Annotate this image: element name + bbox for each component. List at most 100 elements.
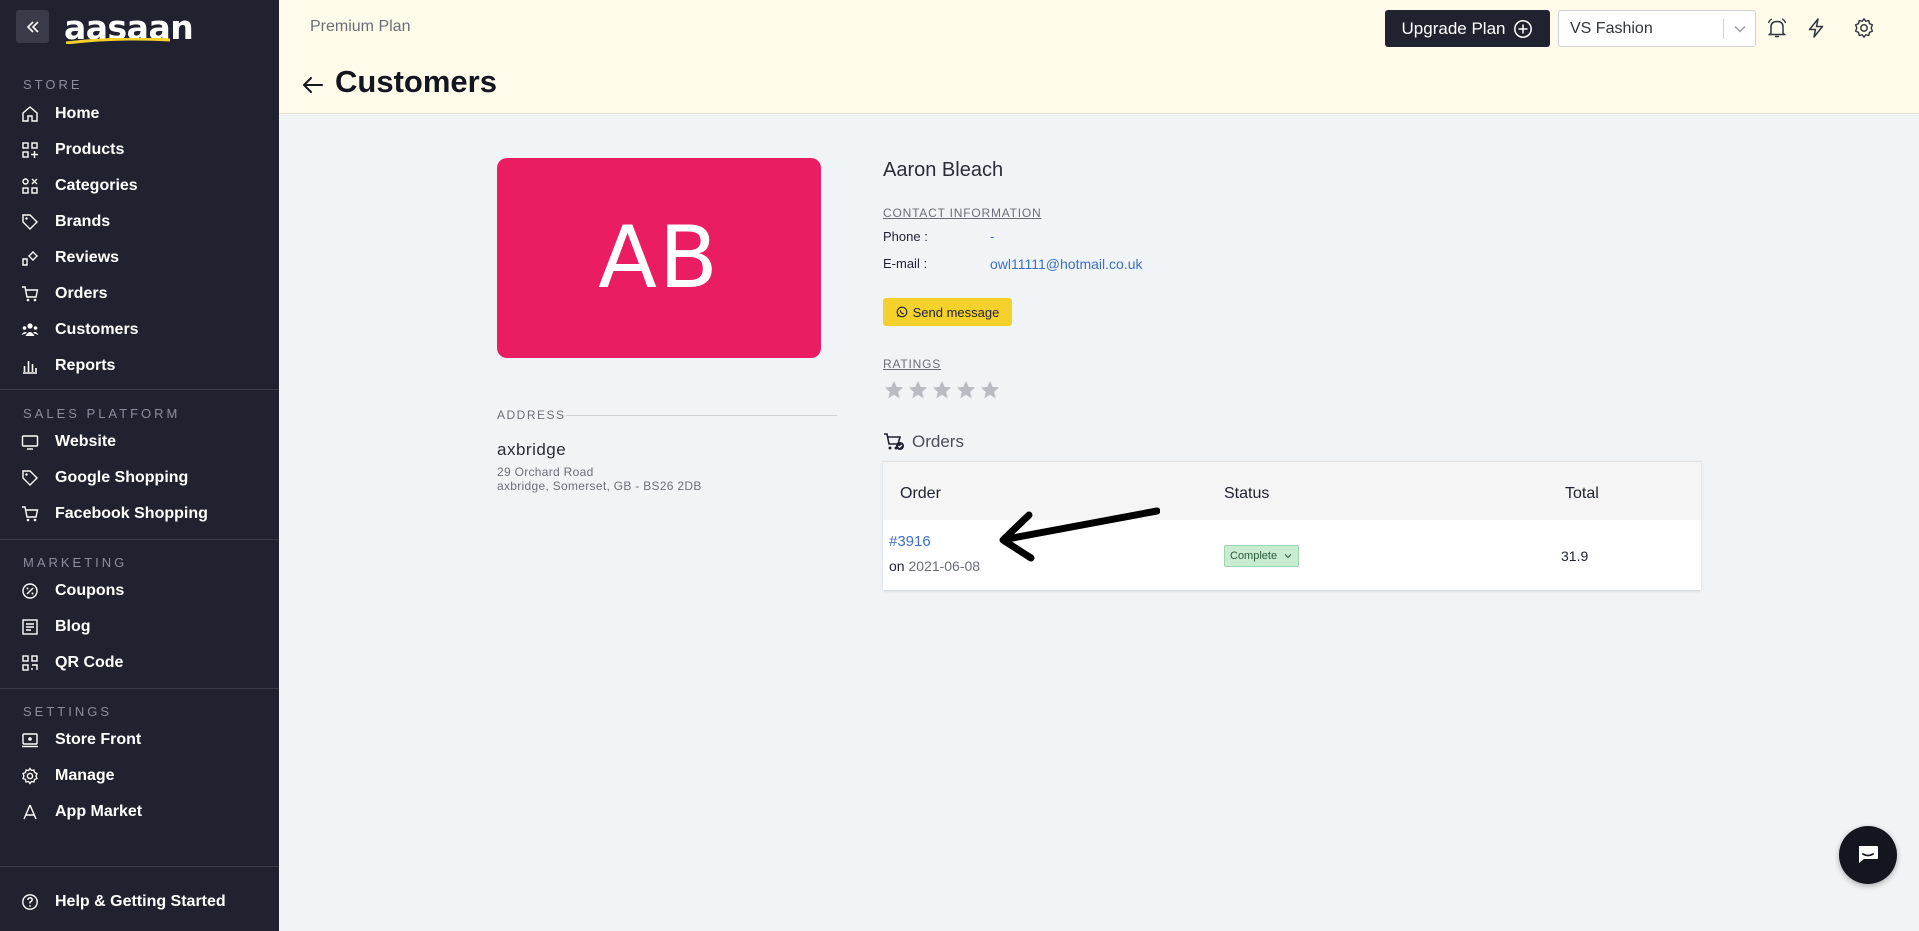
reviews-icon xyxy=(20,248,40,268)
sidebar-item-manage[interactable]: Manage xyxy=(0,760,279,792)
sidebar-divider xyxy=(0,389,279,390)
quick-actions-button[interactable] xyxy=(1804,16,1828,40)
users-icon xyxy=(20,320,40,340)
order-date-value: 2021-06-08 xyxy=(908,558,981,574)
logo-swoosh xyxy=(66,38,170,44)
star-icon[interactable] xyxy=(979,379,1001,401)
sidebar-item-label: Manage xyxy=(55,767,115,784)
star-icon[interactable] xyxy=(907,379,929,401)
address-city: axbridge xyxy=(497,440,567,459)
email-label: E-mail : xyxy=(883,256,928,271)
select-separator xyxy=(1723,19,1724,39)
sidebar-item-label: Website xyxy=(55,433,117,450)
home-icon xyxy=(20,104,40,124)
notification-bell-button[interactable] xyxy=(1765,16,1789,40)
sidebar-item-help[interactable]: Help & Getting Started xyxy=(0,886,279,918)
sidebar-item-label: Facebook Shopping xyxy=(55,505,208,522)
sidebar-item-reviews[interactable]: Reviews xyxy=(0,242,279,274)
sidebar-divider xyxy=(0,866,279,867)
sidebar-item-home[interactable]: Home xyxy=(0,98,279,130)
sidebar-item-label: Products xyxy=(55,141,125,158)
email-value-link[interactable]: owl11111@hotmail.co.uk xyxy=(990,256,1142,272)
sidebar-item-label: Reports xyxy=(55,357,116,374)
order-date: on 2021-06-08 xyxy=(889,558,980,574)
sidebar-item-app-market[interactable]: App Market xyxy=(0,796,279,828)
address-label: ADDRESS xyxy=(497,408,566,422)
sidebar-item-categories[interactable]: Categories xyxy=(0,170,279,202)
order-total: 31.9 xyxy=(1561,548,1589,564)
star-icon[interactable] xyxy=(931,379,953,401)
sidebar-item-label: Brands xyxy=(55,213,111,230)
star-icon[interactable] xyxy=(955,379,977,401)
order-date-prefix: on xyxy=(889,558,905,574)
chat-support-button[interactable] xyxy=(1839,826,1897,884)
address-divider xyxy=(566,415,837,416)
sidebar-item-label: Google Shopping xyxy=(55,469,189,486)
orders-heading: Orders xyxy=(883,432,964,452)
sidebar-item-brands[interactable]: Brands xyxy=(0,206,279,238)
tag-icon xyxy=(20,468,40,488)
sidebar: aasaan STORE Home Products Categories Br… xyxy=(0,0,279,931)
sidebar-item-label: Blog xyxy=(55,618,91,635)
sidebar-divider xyxy=(0,539,279,540)
order-id-link[interactable]: #3916 xyxy=(889,533,931,550)
phone-label: Phone : xyxy=(883,229,928,244)
sidebar-item-orders[interactable]: Orders xyxy=(0,278,279,310)
sidebar-item-label: Categories xyxy=(55,177,138,194)
column-header-status: Status xyxy=(1224,485,1270,502)
orders-heading-label: Orders xyxy=(912,432,964,451)
sidebar-item-customers[interactable]: Customers xyxy=(0,314,279,346)
sidebar-item-facebook-shopping[interactable]: Facebook Shopping xyxy=(0,498,279,530)
sidebar-item-coupons[interactable]: Coupons xyxy=(0,575,279,607)
section-sales-platform: SALES PLATFORM xyxy=(23,406,181,421)
sidebar-item-label: Reviews xyxy=(55,249,120,266)
store-select[interactable]: VS Fashion xyxy=(1558,10,1756,47)
plan-label: Premium Plan xyxy=(310,18,411,35)
page-title: Customers xyxy=(335,64,497,99)
upgrade-plan-label: Upgrade Plan xyxy=(1401,18,1506,38)
collapse-sidebar-button[interactable] xyxy=(16,10,49,43)
coupon-icon xyxy=(20,581,40,601)
status-dropdown[interactable]: Complete xyxy=(1224,545,1300,567)
customer-avatar: AB xyxy=(497,158,821,358)
sidebar-item-blog[interactable]: Blog xyxy=(0,611,279,643)
blog-icon xyxy=(20,617,40,637)
column-header-total: Total xyxy=(1565,485,1599,502)
sidebar-item-label: QR Code xyxy=(55,654,124,671)
phone-value[interactable]: - xyxy=(990,229,994,244)
chevron-down-icon xyxy=(1284,554,1292,559)
bell-icon xyxy=(1767,18,1787,38)
star-icon[interactable] xyxy=(883,379,905,401)
section-store: STORE xyxy=(23,77,83,92)
storefront-icon xyxy=(20,730,40,750)
sidebar-item-qr-code[interactable]: QR Code xyxy=(0,647,279,679)
section-marketing: MARKETING xyxy=(23,555,128,570)
ratings-label: RATINGS xyxy=(883,357,942,371)
sidebar-item-reports[interactable]: Reports xyxy=(0,350,279,382)
sidebar-divider xyxy=(0,688,279,689)
upgrade-plan-button[interactable]: Upgrade Plan xyxy=(1385,10,1550,47)
sidebar-item-store-front[interactable]: Store Front xyxy=(0,724,279,756)
monitor-icon xyxy=(20,432,40,452)
contact-information-label: CONTACT INFORMATION xyxy=(883,206,1042,220)
sidebar-item-products[interactable]: Products xyxy=(0,134,279,166)
send-message-button[interactable]: Send message xyxy=(883,298,1012,326)
address-line-1: 29 Orchard Road xyxy=(497,465,594,479)
lightning-icon xyxy=(1808,18,1824,38)
annotation-arrow-icon xyxy=(999,507,1160,562)
chat-icon xyxy=(1859,846,1878,863)
sidebar-item-google-shopping[interactable]: Google Shopping xyxy=(0,462,279,494)
sidebar-item-label: Help & Getting Started xyxy=(55,893,226,910)
settings-button[interactable] xyxy=(1852,16,1876,40)
bar-chart-icon xyxy=(20,356,40,376)
sidebar-item-website[interactable]: Website xyxy=(0,426,279,458)
back-arrow-icon[interactable] xyxy=(301,73,325,97)
plus-circle-icon xyxy=(1514,19,1533,38)
double-chevron-left-icon xyxy=(26,20,39,33)
sidebar-item-label: Orders xyxy=(55,285,108,302)
sidebar-item-label: Customers xyxy=(55,321,139,338)
sidebar-item-label: App Market xyxy=(55,803,143,820)
cart-icon xyxy=(20,284,40,304)
address-line-2: axbridge, Somerset, GB - BS26 2DB xyxy=(497,479,702,493)
store-select-value: VS Fashion xyxy=(1570,20,1653,37)
